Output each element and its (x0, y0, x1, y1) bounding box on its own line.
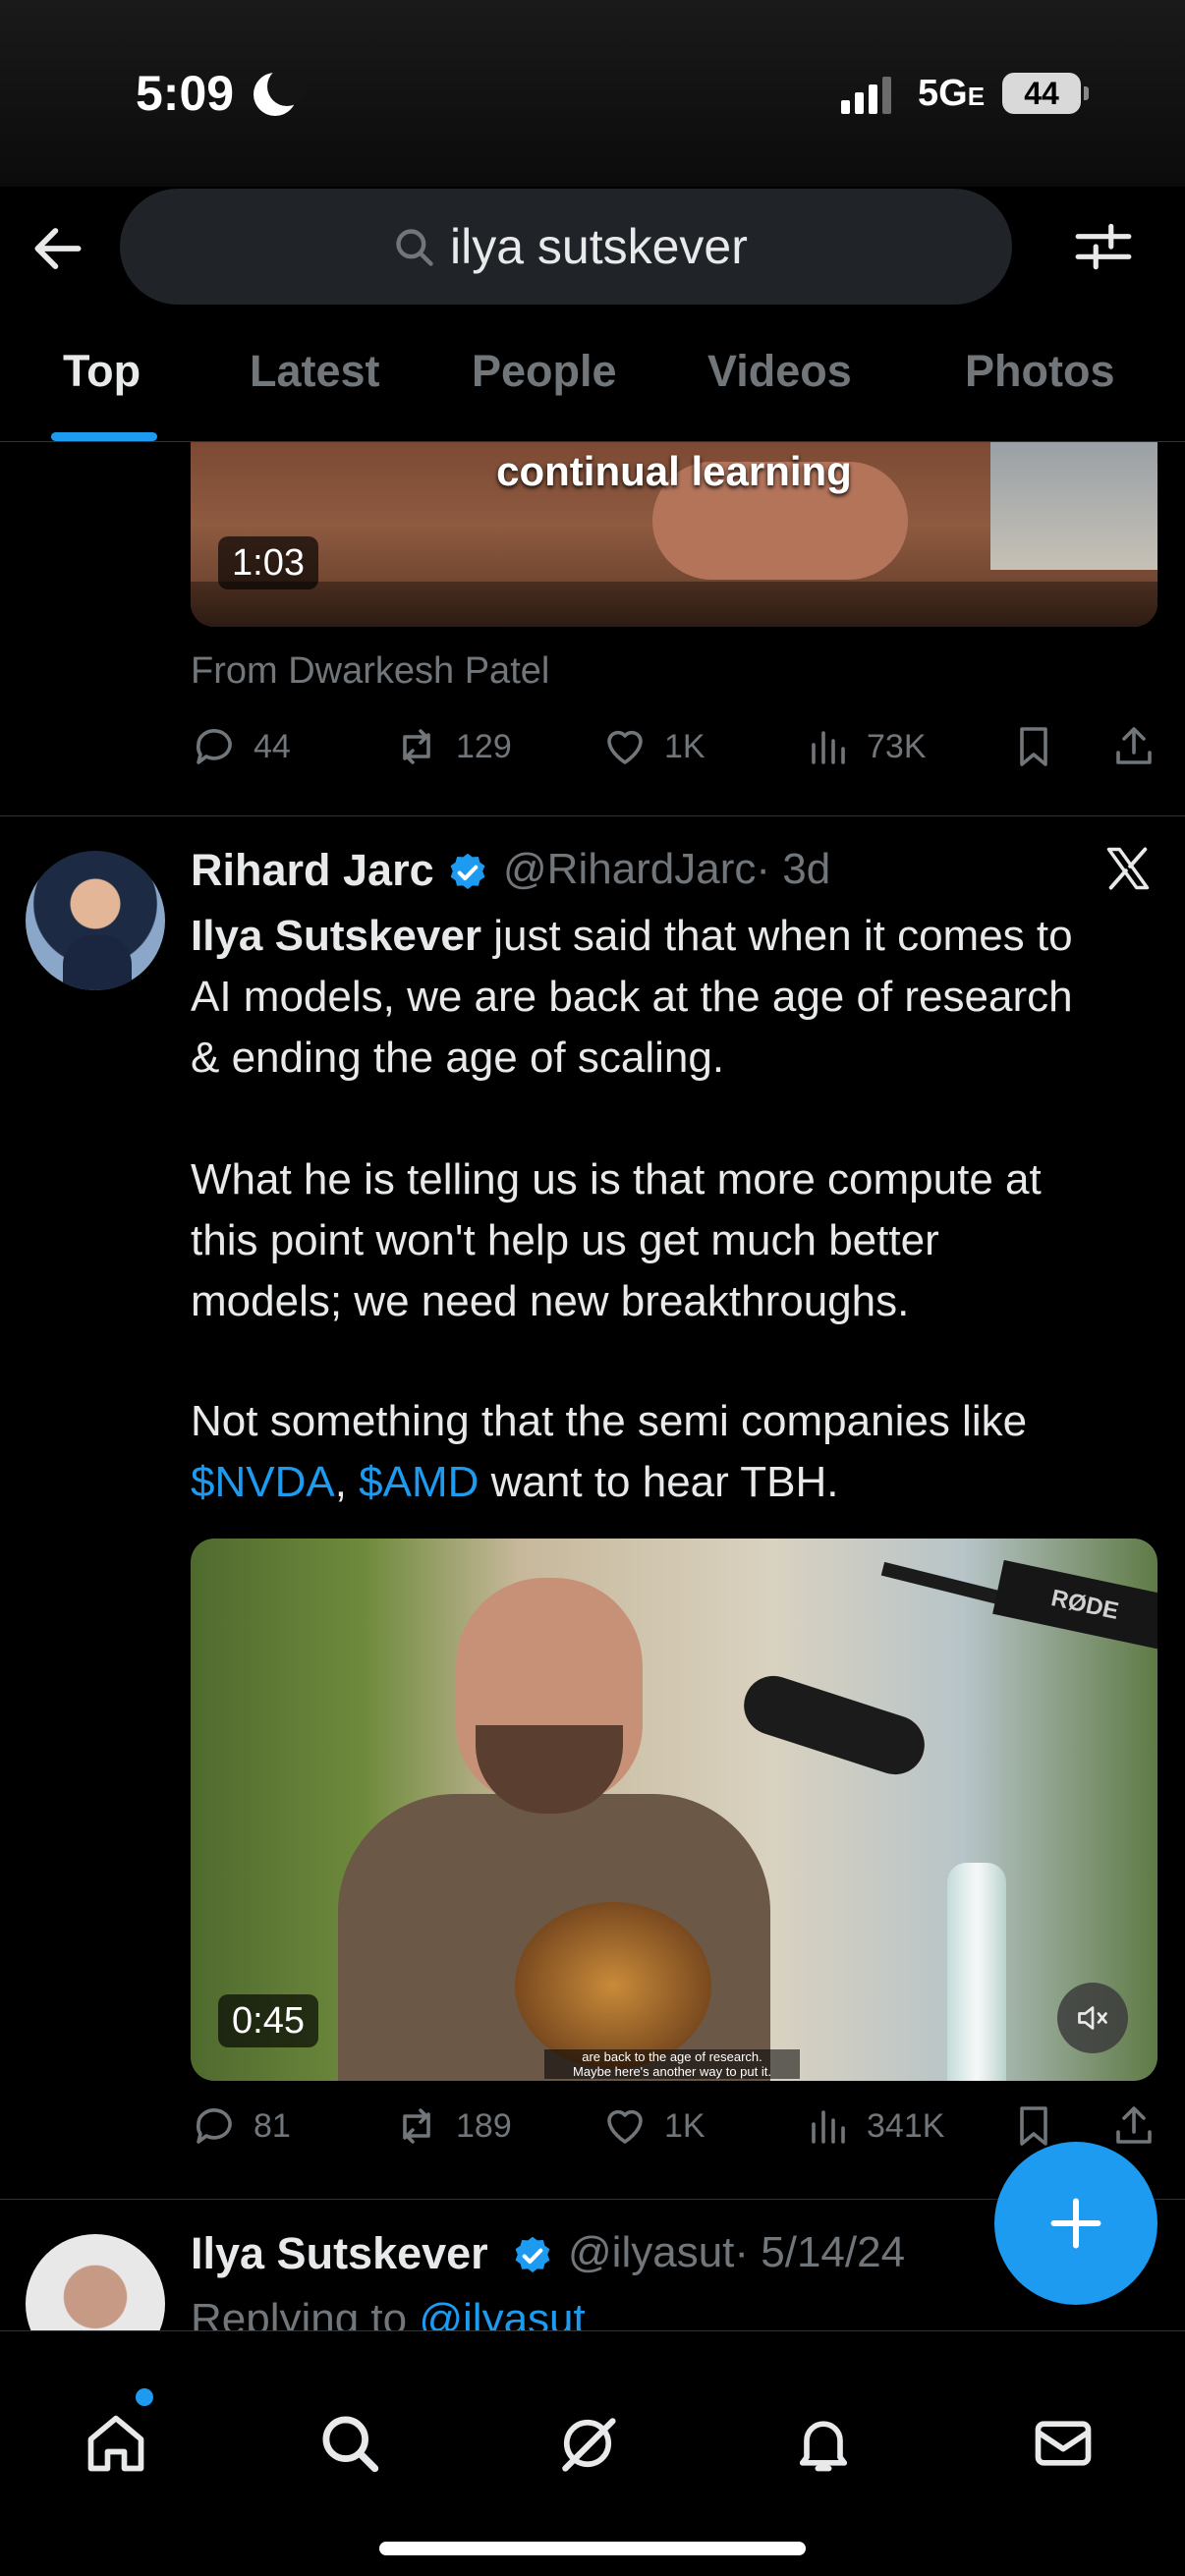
cashtag-link[interactable]: $AMD (359, 1458, 479, 1506)
author-handle[interactable]: @ilyasut· 5/14/24 (568, 2228, 905, 2277)
tweet-video[interactable]: continual learning 1:03 (191, 442, 1157, 627)
bell-icon[interactable] (790, 2410, 857, 2477)
tab-latest[interactable]: Latest (250, 346, 380, 397)
like-count: 1K (664, 727, 705, 765)
repost-count: 129 (456, 727, 512, 765)
tweet-time: · 5/14/24 (734, 2228, 906, 2276)
compose-button[interactable] (994, 2142, 1157, 2305)
cashtag-link[interactable]: $NVDA (191, 1458, 335, 1506)
verified-icon (450, 853, 485, 890)
network-type: 5GE (918, 73, 986, 114)
author-name[interactable]: Rihard Jarc (191, 845, 434, 896)
like-count: 1K (664, 2106, 705, 2145)
tweet-actions: 44 129 1K 73K (191, 723, 1157, 782)
repost-icon (403, 2108, 430, 2144)
views-icon (812, 731, 845, 764)
focus-moon-icon (254, 67, 307, 116)
explore-icon[interactable] (316, 2410, 383, 2477)
status-time: 5:09 (136, 66, 235, 121)
video-person (338, 1578, 770, 2081)
mute-button[interactable] (1057, 1983, 1128, 2053)
tweet-video[interactable]: RØDE are back to the age of research. May… (191, 1539, 1157, 2081)
like-icon (607, 730, 643, 764)
repost-button[interactable]: 129 (393, 723, 512, 770)
mic-brand-logo: RØDE (992, 1559, 1157, 1652)
video-source[interactable]: From Dwarkesh Patel (191, 650, 549, 693)
video-table (191, 582, 1157, 627)
microphone (736, 1668, 932, 1782)
tab-people[interactable]: People (472, 346, 617, 397)
repost-count: 189 (456, 2106, 512, 2145)
tweet-actions: 81 189 1K 341K (191, 2102, 1157, 2161)
like-icon (607, 2109, 643, 2144)
active-tab-indicator (51, 432, 157, 441)
author-name[interactable]: Ilya Sutskever (191, 2228, 488, 2279)
home-indicator[interactable] (379, 2542, 806, 2555)
views-icon (812, 2110, 845, 2144)
mail-icon[interactable] (1030, 2410, 1097, 2477)
video-duration: 0:45 (218, 1994, 318, 2047)
reply-count: 81 (254, 2106, 291, 2145)
views-button[interactable]: 341K (804, 2102, 944, 2150)
avatar[interactable] (26, 851, 165, 990)
tweet-text-line: Ilya Sutskever just said that when it co… (191, 912, 1073, 960)
search-icon (396, 229, 433, 266)
repost-button[interactable]: 189 (393, 2102, 512, 2150)
share-icon[interactable] (1110, 723, 1157, 770)
tab-top[interactable]: Top (63, 346, 141, 397)
tweet-text-line: this point won't help us get much better (191, 1216, 939, 1264)
video-subtitle: are back to the age of research. Maybe he… (544, 2049, 800, 2079)
author-handle[interactable]: @RihardJarc· 3d (503, 845, 830, 894)
plus-icon (1050, 2198, 1101, 2249)
back-arrow-icon[interactable] (28, 218, 88, 279)
tweet-text-line: AI models, we are back at the age of res… (191, 973, 1073, 1021)
cell-signal-icon (841, 77, 891, 114)
filter-icon[interactable] (1073, 216, 1134, 277)
mute-icon (1078, 2006, 1107, 2030)
search-tabs: Top Latest People Videos Photos (0, 334, 1185, 442)
home-icon[interactable] (83, 2410, 149, 2477)
view-count: 341K (867, 2106, 945, 2145)
bookmark-icon[interactable] (1010, 723, 1057, 770)
tweet-text-line: models; we need new breakthroughs. (191, 1277, 910, 1325)
like-button[interactable]: 1K (601, 723, 705, 770)
reply-button[interactable]: 44 (191, 723, 291, 770)
battery-indicator: 44 (1002, 73, 1089, 114)
search-query[interactable]: ilya sutskever (450, 218, 748, 275)
grok-icon[interactable] (554, 2410, 621, 2477)
view-count: 73K (867, 727, 927, 765)
reply-icon (196, 729, 232, 764)
tab-photos[interactable]: Photos (965, 346, 1115, 397)
video-caption: continual learning (496, 448, 852, 494)
tab-videos[interactable]: Videos (707, 346, 852, 397)
video-duration: 1:03 (218, 536, 318, 589)
reply-count: 44 (254, 727, 291, 765)
views-button[interactable]: 73K (804, 723, 927, 770)
bottom-navigation (0, 2330, 1185, 2576)
verified-icon (515, 2236, 550, 2273)
reply-button[interactable]: 81 (191, 2102, 291, 2150)
status-bar: 5:09 5GE 44 (0, 0, 1185, 187)
tweet-time: · 3d (756, 845, 831, 893)
tweet-text-line: & ending the age of scaling. (191, 1034, 725, 1082)
tweet-text-line: $NVDA, $AMD want to hear TBH. (191, 1458, 839, 1506)
like-button[interactable]: 1K (601, 2102, 705, 2150)
tweet-text-line: Not something that the semi companies li… (191, 1397, 1028, 1445)
repost-icon (403, 729, 430, 764)
water-bottle (947, 1863, 1006, 2081)
home-notification-dot (136, 2388, 153, 2406)
tweet-text-line: What he is telling us is that more compu… (191, 1155, 1042, 1204)
tweet-divider (0, 815, 1185, 816)
share-icon[interactable] (1110, 2102, 1157, 2150)
reply-icon (196, 2108, 232, 2144)
bookmark-icon[interactable] (1010, 2102, 1057, 2150)
x-logo-icon[interactable] (1102, 843, 1154, 894)
